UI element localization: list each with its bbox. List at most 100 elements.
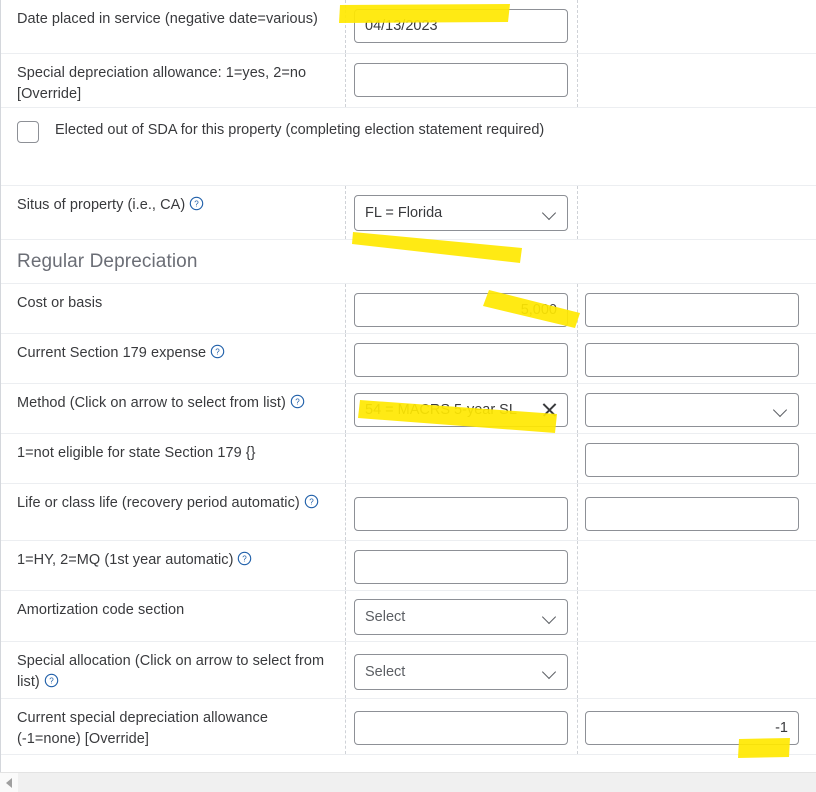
row-label-current-special-depreciation-allowance: Current special depreciation allowance (… — [1, 699, 345, 754]
federal-column-cell — [345, 541, 577, 590]
elected-out-of-sda-label: Elected out of SDA for this property (co… — [55, 120, 544, 141]
method-state-dropdown[interactable] — [585, 393, 799, 427]
help-icon[interactable]: ? — [304, 494, 319, 509]
federal-column-cell: Select — [345, 591, 577, 641]
chevron-left-icon — [3, 776, 17, 790]
row-label-cost-or-basis: Cost or basis — [1, 284, 345, 333]
state-column-cell — [577, 484, 816, 540]
form-row-special-depreciation-allowance: Special depreciation allowance: 1=yes, 2… — [1, 54, 816, 108]
date-placed-in-service-input[interactable]: 04/13/2023 — [354, 9, 568, 43]
state-column-cell — [577, 334, 816, 383]
chevron-down-icon — [543, 610, 557, 624]
svg-text:?: ? — [243, 555, 248, 564]
state-column-cell — [577, 642, 816, 698]
label-text: 1=not eligible for state Section 179 {} — [17, 445, 256, 461]
chevron-down-icon — [774, 403, 788, 417]
scrollbar-left-button[interactable] — [0, 773, 18, 792]
field-value: Select — [365, 664, 405, 680]
label-text: Life or class life (recovery period auto… — [17, 495, 300, 511]
form-row-current-special-depreciation-allowance: Current special depreciation allowance (… — [1, 699, 816, 755]
state-column-cell — [577, 591, 816, 641]
help-icon[interactable]: ? — [290, 394, 305, 409]
form-row-current-section-179-expense: Current Section 179 expense? — [1, 334, 816, 384]
cost-or-basis-state-input[interactable] — [585, 293, 799, 327]
current-section-179-expense-federal-input[interactable] — [354, 343, 568, 377]
federal-column-cell: 5,000 — [345, 284, 577, 333]
row-label-current-section-179-expense: Current Section 179 expense? — [1, 334, 345, 383]
field-value: 04/13/2023 — [365, 18, 438, 34]
row-label-method: Method (Click on arrow to select from li… — [1, 384, 345, 433]
federal-column-cell — [345, 434, 577, 483]
not-eligible-state-section-179-input[interactable] — [585, 443, 799, 477]
row-label-situs-of-property: Situs of property (i.e., CA)? — [1, 186, 345, 239]
current-special-depreciation-allowance-federal-input[interactable] — [354, 711, 568, 745]
current-section-179-expense-state-input[interactable] — [585, 343, 799, 377]
cost-or-basis-federal-input[interactable]: 5,000 — [354, 293, 568, 327]
row-label-hy-mq-convention: 1=HY, 2=MQ (1st year automatic)? — [1, 541, 345, 590]
field-value: 5,000 — [521, 302, 557, 318]
method-federal-combobox[interactable]: 54 = MACRS 5-year SL — [354, 393, 568, 427]
life-or-class-life-federal-input[interactable] — [354, 497, 568, 531]
row-label-special-allocation: Special allocation (Click on arrow to se… — [1, 642, 345, 698]
field-value: FL = Florida — [365, 205, 442, 221]
label-text: Special depreciation allowance: 1=yes, 2… — [17, 65, 306, 102]
chevron-down-icon — [543, 665, 557, 679]
state-column-cell — [577, 284, 816, 333]
svg-text:?: ? — [215, 348, 220, 357]
form-row-elected-out-of-sda: Elected out of SDA for this property (co… — [1, 108, 816, 186]
federal-column-cell: Select — [345, 642, 577, 698]
label-text: Cost or basis — [17, 295, 102, 311]
federal-column-cell — [345, 54, 577, 107]
svg-text:?: ? — [194, 200, 199, 209]
label-text: Amortization code section — [17, 602, 184, 618]
label-text: Method (Click on arrow to select from li… — [17, 395, 286, 411]
help-icon[interactable]: ? — [189, 196, 204, 211]
label-text: Current special depreciation allowance (… — [17, 710, 268, 747]
form-row-situs-of-property: Situs of property (i.e., CA)? FL = Flori… — [1, 186, 816, 240]
horizontal-scrollbar[interactable] — [0, 772, 816, 792]
form-row-hy-mq-convention: 1=HY, 2=MQ (1st year automatic)? — [1, 541, 816, 591]
help-icon[interactable]: ? — [237, 551, 252, 566]
depreciation-form-panel: Date placed in service (negative date=va… — [0, 0, 816, 772]
section-header-container: Regular Depreciation — [1, 240, 816, 283]
form-row-method: Method (Click on arrow to select from li… — [1, 384, 816, 434]
close-icon[interactable] — [542, 402, 558, 418]
state-column-cell — [577, 54, 816, 107]
field-value: -1 — [775, 720, 788, 736]
hy-mq-convention-input[interactable] — [354, 550, 568, 584]
current-special-depreciation-allowance-state-input[interactable]: -1 — [585, 711, 799, 745]
state-column-cell — [577, 384, 816, 433]
label-text: Situs of property (i.e., CA) — [17, 197, 185, 213]
state-column-cell: -1 — [577, 699, 816, 754]
state-column-cell — [577, 541, 816, 590]
federal-column-cell: 04/13/2023 — [345, 0, 577, 53]
help-icon[interactable]: ? — [210, 344, 225, 359]
row-label-life-or-class-life: Life or class life (recovery period auto… — [1, 484, 345, 540]
amortization-code-section-dropdown[interactable]: Select — [354, 599, 568, 635]
section-header-text: Regular Depreciation — [1, 240, 816, 283]
label-text: Current Section 179 expense — [17, 345, 206, 361]
form-row-life-or-class-life: Life or class life (recovery period auto… — [1, 484, 816, 541]
help-icon[interactable]: ? — [44, 673, 59, 688]
label-text: Special allocation (Click on arrow to se… — [17, 653, 324, 690]
state-column-cell — [577, 186, 816, 239]
row-label-date-placed-in-service: Date placed in service (negative date=va… — [1, 0, 345, 53]
special-depreciation-allowance-input[interactable] — [354, 63, 568, 97]
section-header-regular-depreciation: Regular Depreciation — [1, 240, 816, 284]
label-text: Date placed in service (negative date=va… — [17, 11, 318, 27]
special-allocation-dropdown[interactable]: Select — [354, 654, 568, 690]
form-row-special-allocation: Special allocation (Click on arrow to se… — [1, 642, 816, 699]
checkbox-row-container: Elected out of SDA for this property (co… — [1, 108, 816, 185]
field-value: 54 = MACRS 5-year SL — [365, 402, 517, 418]
form-row-date-placed-in-service: Date placed in service (negative date=va… — [1, 0, 816, 54]
label-text: 1=HY, 2=MQ (1st year automatic) — [17, 552, 233, 568]
federal-column-cell — [345, 334, 577, 383]
elected-out-of-sda-checkbox[interactable] — [17, 121, 39, 143]
situs-of-property-dropdown[interactable]: FL = Florida — [354, 195, 568, 231]
row-label-special-depreciation-allowance: Special depreciation allowance: 1=yes, 2… — [1, 54, 345, 107]
form-row-cost-or-basis: Cost or basis 5,000 — [1, 284, 816, 334]
state-column-cell — [577, 434, 816, 483]
life-or-class-life-state-input[interactable] — [585, 497, 799, 531]
row-label-amortization-code-section: Amortization code section — [1, 591, 345, 641]
chevron-down-icon — [543, 206, 557, 220]
